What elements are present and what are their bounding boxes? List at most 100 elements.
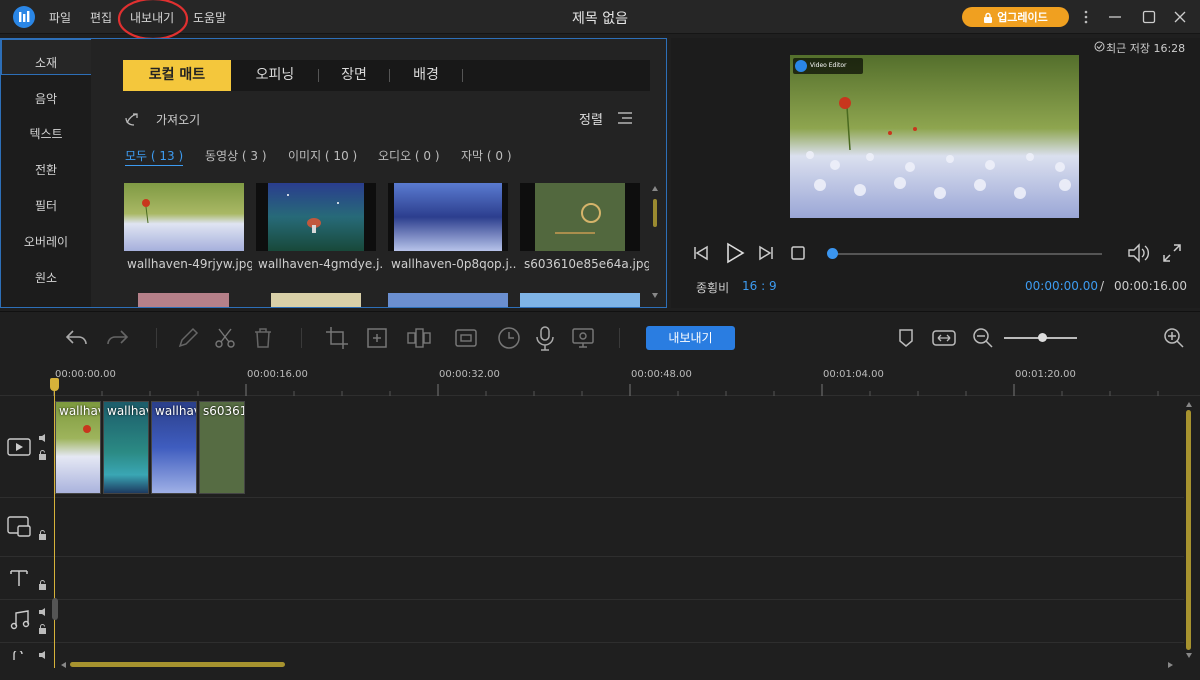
watermark-text: Video Editor bbox=[810, 62, 847, 69]
ruler-label: 00:01:04.00 bbox=[823, 369, 884, 380]
voice-track[interactable] bbox=[0, 643, 1184, 660]
zoom-out-icon[interactable] bbox=[970, 325, 996, 351]
prev-frame-icon[interactable] bbox=[691, 243, 711, 263]
media-item-name: s603610e85e64a.jpg bbox=[524, 257, 649, 271]
playhead[interactable] bbox=[54, 378, 55, 668]
playback-progress-bar[interactable] bbox=[829, 253, 1102, 255]
zoom-in-icon[interactable] bbox=[1161, 325, 1187, 351]
maximize-icon[interactable] bbox=[1141, 9, 1157, 25]
check-circle-icon bbox=[1094, 41, 1105, 52]
screen-record-icon[interactable] bbox=[570, 325, 596, 351]
next-frame-icon[interactable] bbox=[756, 243, 776, 263]
export-button[interactable]: 내보내기 bbox=[646, 326, 735, 350]
timeline-vertical-scrollbar[interactable] bbox=[1186, 410, 1191, 650]
sidebar-item-materials[interactable]: 소재 bbox=[1, 54, 91, 71]
media-item-name: wallhaven-0p8qop.j... bbox=[391, 257, 516, 271]
text-track[interactable] bbox=[0, 557, 1184, 600]
play-icon[interactable] bbox=[724, 242, 746, 264]
import-button[interactable]: 가져오기 bbox=[156, 111, 200, 128]
zoom-slider-handle[interactable] bbox=[1038, 333, 1047, 342]
microphone-icon[interactable] bbox=[532, 325, 558, 351]
tab-opening[interactable]: 오피닝 bbox=[236, 60, 314, 91]
voice-track-icon bbox=[13, 651, 23, 660]
sort-list-icon[interactable] bbox=[616, 110, 634, 126]
tab-divider bbox=[462, 69, 463, 82]
tab-local-media[interactable]: 로컬 매트 bbox=[123, 60, 231, 91]
media-scrollbar[interactable] bbox=[652, 185, 658, 300]
aspect-ratio-label: 종횡비 bbox=[696, 281, 730, 295]
filter-audio[interactable]: 오디오 ( 0 ) bbox=[378, 147, 440, 164]
crop-icon[interactable] bbox=[324, 325, 350, 351]
track-lock-icon[interactable] bbox=[38, 530, 47, 540]
overlay-track[interactable] bbox=[0, 498, 1184, 557]
volume-icon[interactable] bbox=[1126, 242, 1150, 264]
upgrade-button[interactable]: 업그레이드 bbox=[962, 7, 1069, 27]
sidebar: 소재 음악 텍스트 전환 필터 오버레이 원소 bbox=[1, 39, 91, 307]
timeline-clip[interactable]: wallhav bbox=[151, 401, 197, 494]
sort-button[interactable]: 정렬 bbox=[579, 109, 603, 128]
total-time: 00:00:16.00 bbox=[1114, 279, 1187, 293]
filter-all[interactable]: 모두 ( 13 ) bbox=[125, 147, 184, 166]
minimize-icon[interactable] bbox=[1107, 9, 1123, 25]
mosaic-icon[interactable] bbox=[406, 325, 432, 351]
clip-label: wallhav bbox=[155, 404, 197, 418]
trash-icon[interactable] bbox=[250, 325, 276, 351]
sidebar-item-text[interactable]: 텍스트 bbox=[1, 125, 91, 142]
redo-icon[interactable] bbox=[104, 325, 130, 351]
sidebar-item-overlay[interactable]: 오버레이 bbox=[1, 233, 91, 250]
duration-clock-icon[interactable] bbox=[496, 325, 522, 351]
stop-icon[interactable] bbox=[790, 245, 806, 261]
ruler-label: 00:00:00.00 bbox=[55, 369, 116, 380]
media-thumbnail[interactable] bbox=[138, 293, 229, 307]
tab-background[interactable]: 배경 bbox=[393, 60, 459, 91]
close-icon[interactable] bbox=[1172, 9, 1188, 25]
sidebar-item-transition[interactable]: 전환 bbox=[1, 161, 91, 178]
media-thumbnail[interactable] bbox=[256, 183, 376, 251]
preview-video[interactable]: Video Editor bbox=[790, 55, 1079, 218]
track-mute-icon[interactable] bbox=[38, 433, 48, 443]
filter-subtitle[interactable]: 자막 ( 0 ) bbox=[461, 147, 512, 164]
media-thumbnail[interactable] bbox=[124, 183, 244, 251]
playhead-handle[interactable] bbox=[50, 378, 59, 391]
pencil-icon[interactable] bbox=[175, 325, 201, 351]
time-separator: / bbox=[1100, 279, 1105, 293]
tab-scenes[interactable]: 장면 bbox=[322, 60, 386, 91]
music-track[interactable] bbox=[0, 600, 1184, 643]
playback-progress-handle[interactable] bbox=[827, 248, 838, 259]
timeline-clip[interactable]: s60361 bbox=[199, 401, 245, 494]
fullscreen-icon[interactable] bbox=[1162, 243, 1182, 263]
track-lock-icon[interactable] bbox=[38, 580, 47, 590]
track-mute-icon[interactable] bbox=[38, 607, 48, 617]
media-thumbnail[interactable] bbox=[271, 293, 361, 307]
ruler-label: 00:01:20.00 bbox=[1015, 369, 1076, 380]
sidebar-item-music[interactable]: 음악 bbox=[1, 90, 91, 107]
media-thumbnail[interactable] bbox=[520, 183, 640, 251]
scissors-icon[interactable] bbox=[212, 325, 238, 351]
marker-icon[interactable] bbox=[893, 325, 919, 351]
undo-icon[interactable] bbox=[64, 325, 90, 351]
media-item-name: wallhaven-49rjyw.jpg bbox=[127, 257, 252, 271]
media-thumbnail[interactable] bbox=[520, 293, 640, 307]
ruler-label: 00:00:32.00 bbox=[439, 369, 500, 380]
timeline-clip[interactable]: wallhav bbox=[103, 401, 149, 494]
timeline-horizontal-scrollbar[interactable] bbox=[70, 662, 285, 667]
import-icon[interactable] bbox=[124, 111, 140, 127]
zoom-frame-icon[interactable] bbox=[364, 325, 390, 351]
track-lock-icon[interactable] bbox=[38, 624, 47, 634]
more-icon[interactable] bbox=[1078, 9, 1094, 25]
track-mute-icon[interactable] bbox=[38, 650, 48, 660]
filter-video[interactable]: 동영상 ( 3 ) bbox=[205, 147, 267, 164]
media-thumbnail[interactable] bbox=[388, 183, 508, 251]
media-thumbnail[interactable] bbox=[388, 293, 508, 307]
track-resize-handle[interactable] bbox=[52, 598, 58, 620]
aspect-ratio-value[interactable]: 16 : 9 bbox=[742, 279, 777, 293]
toolbar-divider bbox=[301, 328, 302, 348]
timeline-clip[interactable]: wallhav bbox=[55, 401, 101, 494]
track-lock-icon[interactable] bbox=[38, 450, 47, 460]
fit-timeline-icon[interactable] bbox=[931, 325, 957, 351]
tab-divider bbox=[318, 69, 319, 82]
filter-image[interactable]: 이미지 ( 10 ) bbox=[288, 147, 357, 164]
freeze-frame-icon[interactable] bbox=[453, 325, 479, 351]
sidebar-item-elements[interactable]: 원소 bbox=[1, 269, 91, 286]
sidebar-item-filter[interactable]: 필터 bbox=[1, 197, 91, 214]
